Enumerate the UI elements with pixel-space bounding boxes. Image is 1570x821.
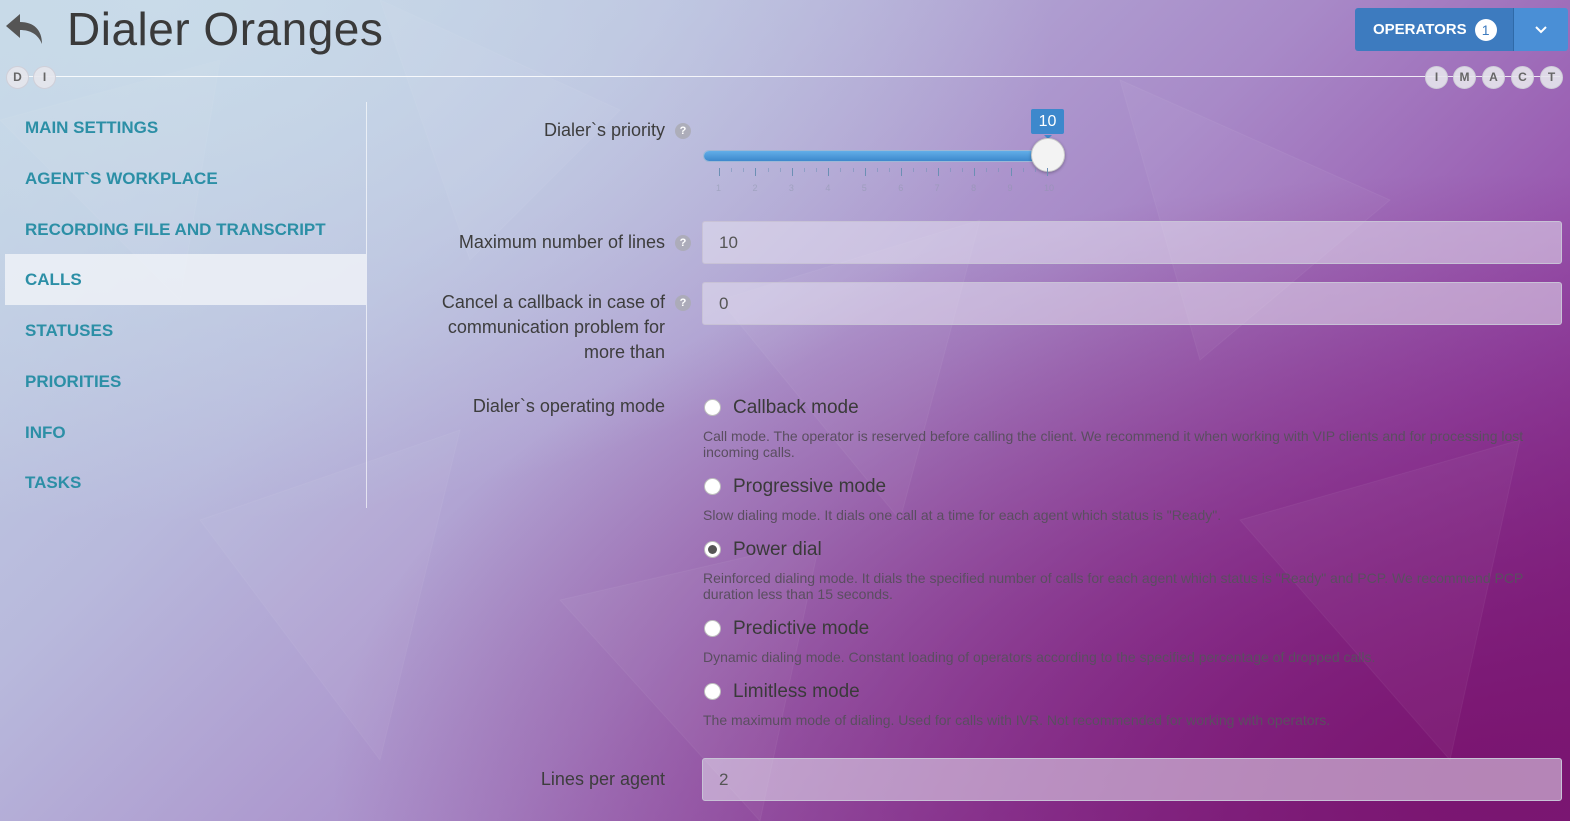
timeline-marker-i[interactable]: I [33,66,56,89]
priority-slider-fill [704,151,1048,161]
slider-minor-tick [1034,168,1036,172]
slider-minor-tick [852,168,854,172]
slider-tick-label: 2 [752,183,758,193]
sidebar-item-agents-workplace[interactable]: AGENT`S WORKPLACE [5,153,366,204]
timeline-marker-a[interactable]: A [1482,66,1505,89]
cancel-callback-input[interactable]: 0 [702,282,1562,325]
operators-button[interactable]: OPERATORS 1 [1355,8,1513,51]
sidebar-item-main-settings[interactable]: MAIN SETTINGS [5,102,366,153]
radio-label-progressive-mode[interactable]: Progressive mode [733,476,886,498]
operators-dropdown-toggle[interactable] [1512,8,1568,51]
slider-tick-label: 6 [898,183,904,193]
chevron-down-icon [1534,25,1547,33]
max-lines-input[interactable]: 10 [702,221,1562,264]
progressive-mode-description: Slow dialing mode. It dials one call at … [703,507,1222,523]
slider-tick-label: 5 [861,183,867,193]
callback-mode-description: Call mode. The operator is reserved befo… [703,428,1524,460]
priority-label: Dialer`s priority [543,120,665,140]
slider-minor-tick [949,168,951,172]
slider-minor-tick [779,168,781,172]
slider-tick [901,168,903,176]
timeline-line [10,76,1560,77]
cancel-callback-label: Cancel a callback in case of communicati… [441,292,665,362]
slider-minor-tick [731,168,733,172]
timeline-marker-m[interactable]: M [1453,66,1476,89]
slider-tick-label: 10 [1044,183,1055,193]
slider-minor-tick [840,168,842,172]
lines-per-agent-input[interactable]: 2 [702,758,1562,801]
slider-tick-label: 3 [788,183,794,193]
back-arrow-icon[interactable] [4,8,46,48]
slider-tick-label: 1 [716,183,722,193]
slider-tick-label: 9 [1007,183,1013,193]
sidebar-item-priorities[interactable]: PRIORITIES [5,356,366,407]
slider-minor-tick [961,168,963,172]
timeline-marker-d[interactable]: D [6,66,29,89]
slider-minor-tick [876,168,878,172]
slider-tick-label: 4 [825,183,831,193]
radio-label-limitless-mode[interactable]: Limitless mode [733,681,860,703]
slider-minor-tick [998,168,1000,172]
radio-progressive-mode[interactable] [704,478,721,495]
limitless-mode-description: The maximum mode of dialing. Used for ca… [703,712,1331,728]
help-icon[interactable]: ? [675,123,691,139]
power-dial-description: Reinforced dialing mode. It dials the sp… [703,570,1524,602]
slider-tick-label: 7 [934,183,940,193]
slider-tick [719,168,720,176]
operators-label: OPERATORS [1373,21,1467,38]
priority-slider-track[interactable] [703,150,1063,162]
radio-label-predictive-mode[interactable]: Predictive mode [733,618,869,640]
radio-limitless-mode[interactable] [704,683,721,700]
slider-tick [755,168,757,176]
slider-tick [1047,168,1048,176]
help-icon[interactable]: ? [675,235,691,251]
max-lines-label: Maximum number of lines [458,232,665,252]
page-title: Dialer Oranges [67,3,384,55]
radio-label-callback-mode[interactable]: Callback mode [733,397,859,419]
radio-power-dial[interactable] [704,541,721,558]
slider-tick-label: 8 [971,183,977,193]
slider-minor-tick [889,168,891,172]
predictive-mode-description: Dynamic dialing mode. Constant loading o… [703,649,1376,665]
priority-slider-handle[interactable] [1031,138,1065,172]
slider-minor-tick [986,168,988,172]
slider-minor-tick [743,168,745,172]
timeline-marker-c[interactable]: C [1511,66,1534,89]
lines-per-agent-label: Lines per agent [540,769,665,789]
slider-minor-tick [925,168,927,172]
radio-label-power-dial[interactable]: Power dial [733,539,822,561]
timeline-marker-t[interactable]: T [1540,66,1563,89]
sidebar-item-calls[interactable]: CALLS [5,254,366,305]
slider-tick [864,168,866,176]
radio-callback-mode[interactable] [704,399,721,416]
slider-tick [937,168,939,176]
priority-slider-value: 10 [1031,109,1064,139]
slider-minor-tick [913,168,915,172]
slider-minor-tick [1022,168,1024,172]
operating-mode-label: Dialer`s operating mode [472,396,665,416]
sidebar-item-tasks[interactable]: TASKS [5,457,366,508]
sidebar-item-statuses[interactable]: STATUSES [5,305,366,356]
operators-count-badge: 1 [1474,18,1497,41]
timeline-marker-i-right[interactable]: I [1425,66,1448,89]
help-icon[interactable]: ? [675,295,691,311]
settings-sidebar: MAIN SETTINGS AGENT`S WORKPLACE RECORDIN… [5,102,367,508]
slider-tick [1010,168,1012,176]
radio-predictive-mode[interactable] [704,620,721,637]
sidebar-item-recording-file[interactable]: RECORDING FILE AND TRANSCRIPT [5,204,366,255]
slider-minor-tick [816,168,818,172]
sidebar-item-info[interactable]: INFO [5,407,366,458]
slider-minor-tick [804,168,806,172]
operators-button-group: OPERATORS 1 [1355,8,1568,51]
slider-minor-tick [767,168,769,172]
slider-tick [828,168,830,176]
slider-tick [974,168,976,176]
slider-tick [791,168,793,176]
